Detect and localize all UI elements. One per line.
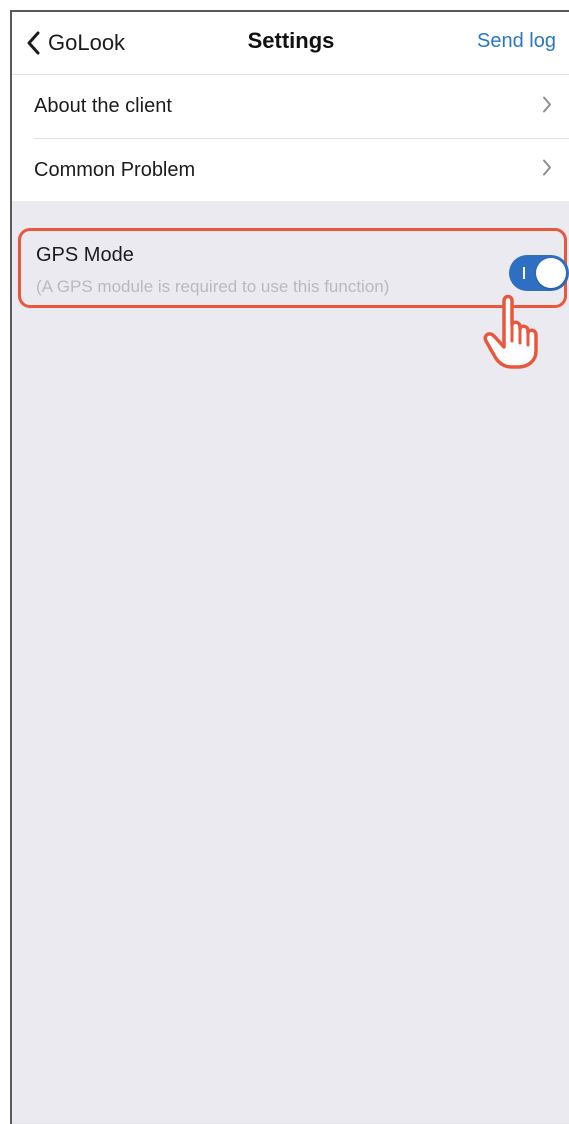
common-problem-row[interactable]: Common Problem — [12, 138, 569, 201]
send-log-button[interactable]: Send log — [477, 30, 556, 53]
about-client-row[interactable]: About the client — [12, 75, 569, 138]
chevron-right-icon — [542, 95, 552, 118]
gps-mode-label: GPS Mode — [36, 244, 134, 266]
toggle-knob — [536, 258, 566, 288]
settings-list: About the client Common Problem — [12, 74, 569, 201]
gps-mode-toggle[interactable] — [509, 255, 569, 291]
settings-screen: GoLook Settings Send log About the clien… — [10, 10, 569, 1124]
toggle-on-mark — [523, 267, 525, 279]
chevron-right-icon — [542, 158, 552, 181]
about-client-label: About the client — [34, 95, 172, 117]
navigation-bar: GoLook Settings Send log — [12, 12, 569, 74]
common-problem-label: Common Problem — [34, 158, 196, 181]
pointing-hand-icon — [478, 291, 550, 371]
back-button[interactable]: GoLook — [26, 28, 125, 58]
chevron-left-icon — [26, 31, 40, 55]
gps-mode-description: (A GPS module is required to use this fu… — [36, 277, 390, 296]
back-label: GoLook — [48, 30, 126, 55]
